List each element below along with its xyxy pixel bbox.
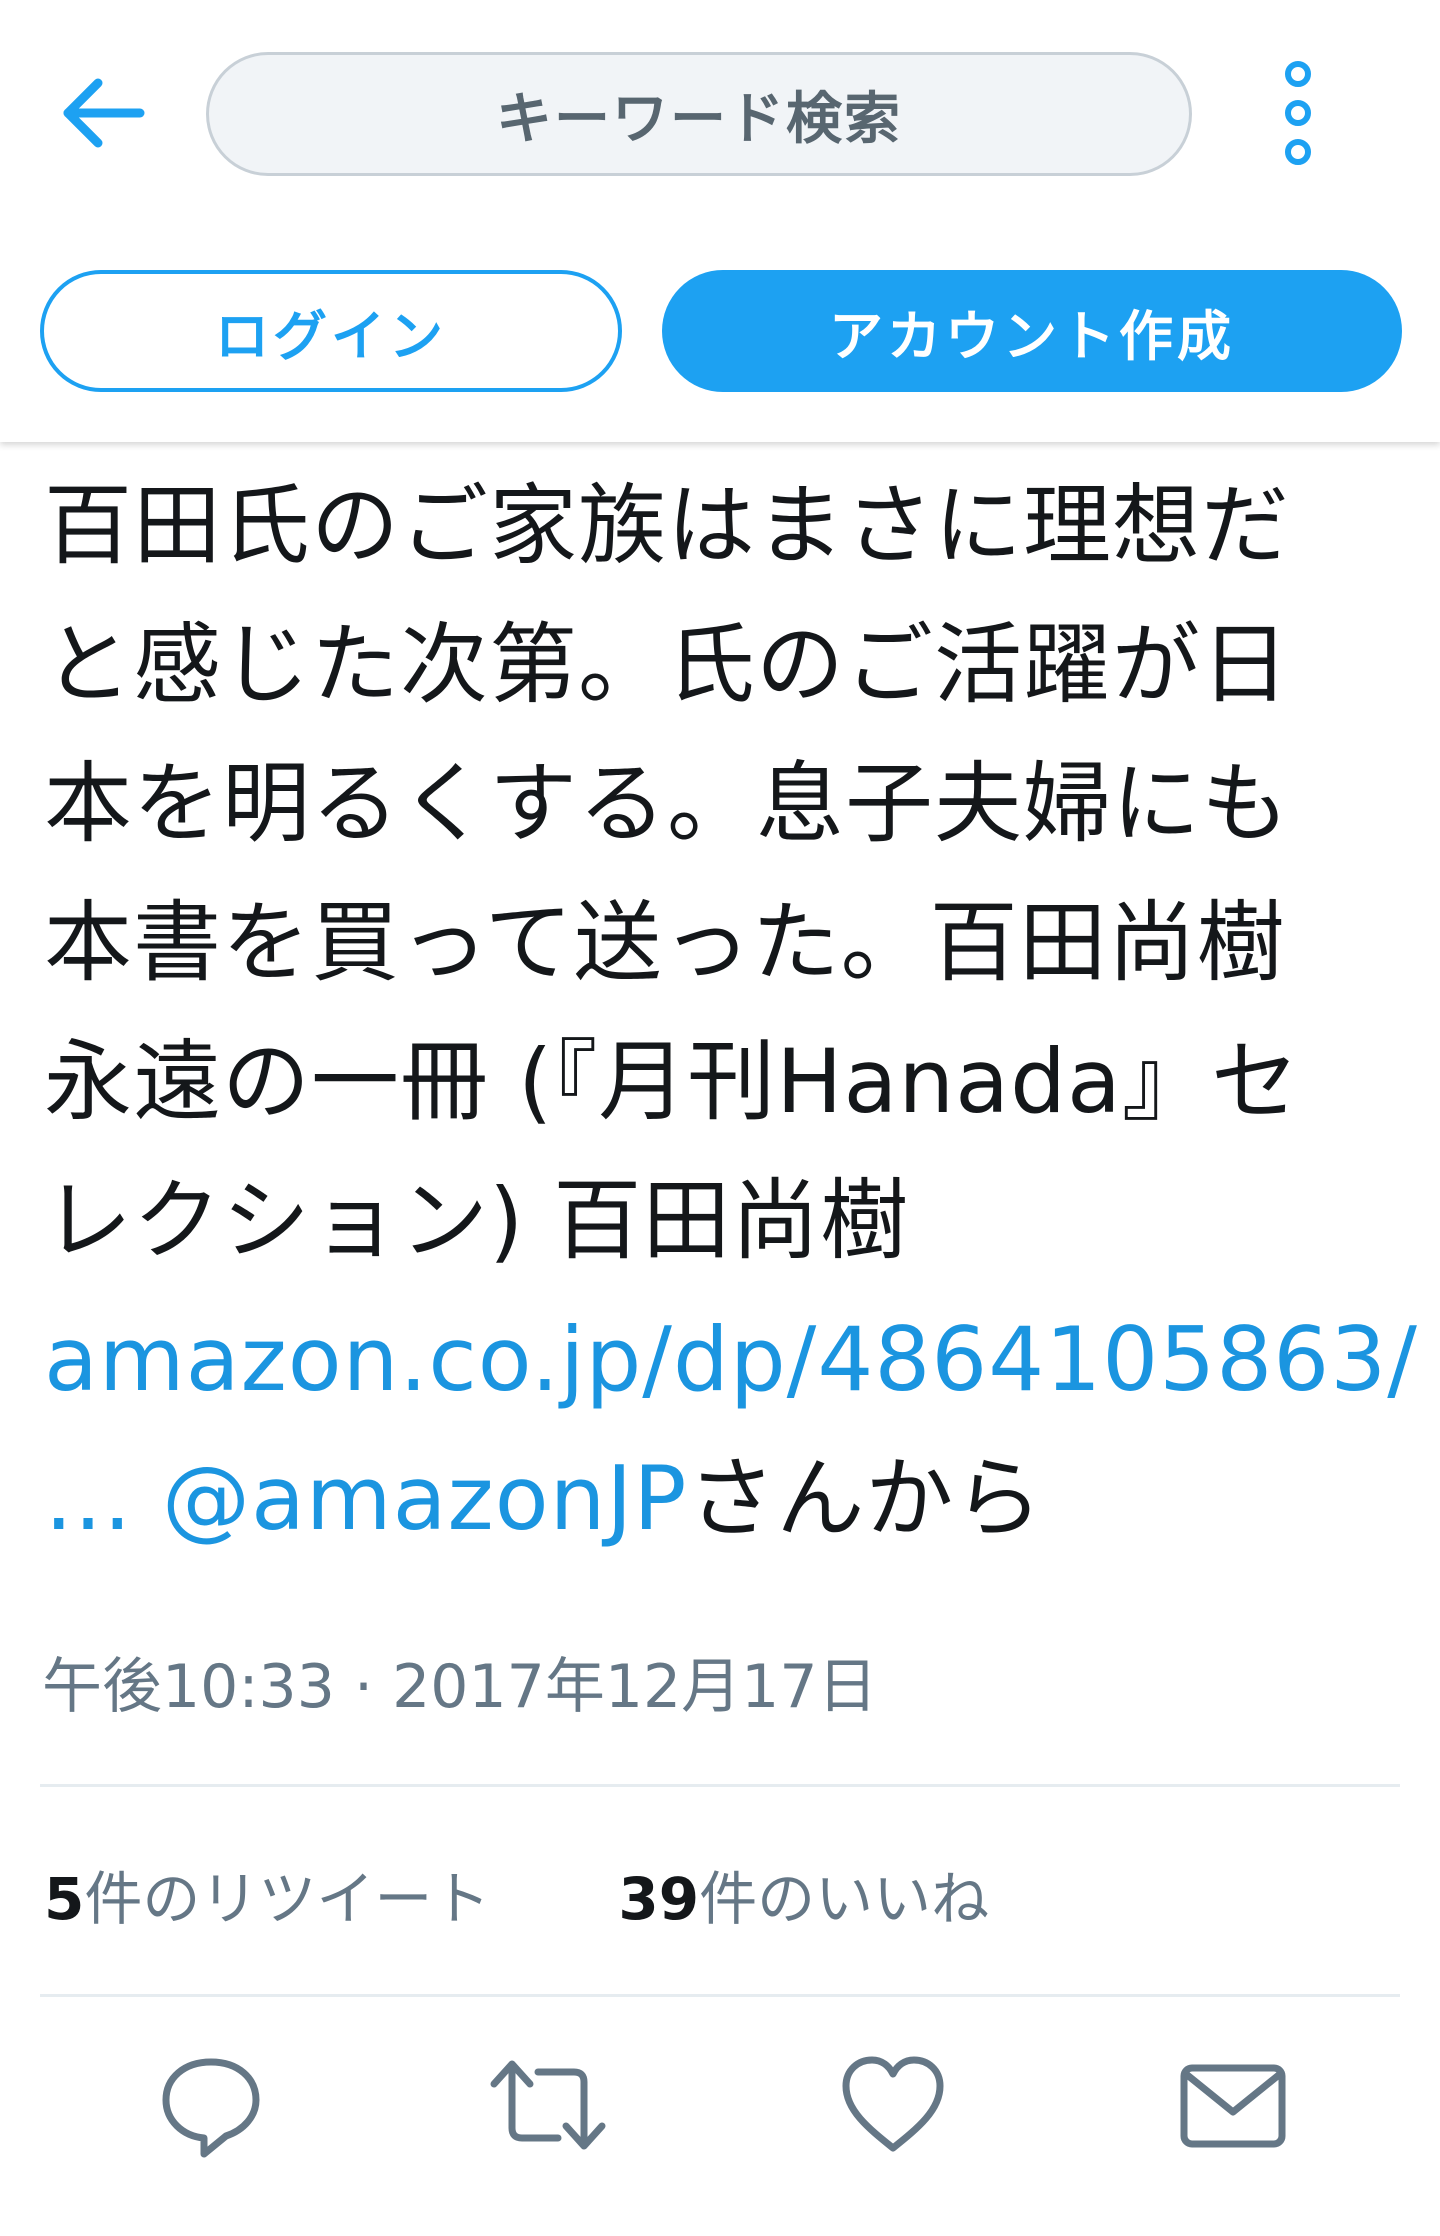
signup-button[interactable]: アカウント作成 [662, 270, 1402, 392]
top-bar: キーワード検索 ログイン アカウント作成 [0, 0, 1440, 442]
like-count: 39 [618, 1865, 700, 1933]
mention-link[interactable]: @amazonJP [162, 1447, 687, 1550]
tweet-timestamp[interactable]: 午後10:33 · 2017年12月17日 [42, 1638, 878, 1725]
search-input[interactable]: キーワード検索 [206, 52, 1192, 176]
like-stat[interactable]: 39件のいいね [618, 1852, 989, 1936]
retweet-label: 件のリツイート [84, 1865, 491, 1933]
like-label: 件のいいね [699, 1865, 990, 1933]
divider [40, 1784, 1400, 1787]
login-button[interactable]: ログイン [40, 270, 622, 392]
mention-suffix: さんから [687, 1447, 1044, 1550]
back-arrow-icon[interactable] [58, 68, 148, 158]
heart-icon[interactable] [838, 2050, 948, 2160]
tweet-text-line: 本を明るくする。息子夫婦にも [44, 752, 1291, 855]
reply-icon[interactable] [156, 2050, 266, 2160]
signup-button-label: アカウント作成 [829, 304, 1235, 368]
tweet-text-line: と感じた次第。氏のご活躍が日 [44, 613, 1291, 716]
tweet-text-line: レクション) 百田尚樹 [44, 1169, 910, 1272]
retweet-count: 5 [44, 1865, 85, 1933]
search-placeholder: キーワード検索 [496, 86, 902, 152]
tweet-text: 百田氏のご家族はまさに理想だ と感じた次第。氏のご活躍が日 本を明るくする。息子… [44, 456, 1417, 1568]
tweet-stats: 5件のリツイート 39件のいいね [44, 1854, 989, 1934]
retweet-icon[interactable] [488, 2050, 606, 2160]
tweet-text-line: 本書を買って送った。百田尚樹 [44, 891, 1286, 994]
link-ellipsis[interactable]: … [44, 1447, 133, 1550]
login-button-label: ログイン [215, 304, 447, 368]
more-vertical-icon[interactable] [1268, 60, 1328, 166]
divider [40, 1994, 1400, 1997]
retweet-stat[interactable]: 5件のリツイート [44, 1852, 490, 1936]
tweet-text-line: 永遠の一冊 (『月刊Hanada』セ [44, 1030, 1300, 1133]
tweet-text-line: 百田氏のご家族はまさに理想だ [44, 474, 1291, 577]
amazon-link[interactable]: amazon.co.jp/dp/4864105863/ [44, 1308, 1418, 1411]
envelope-icon[interactable] [1178, 2050, 1288, 2160]
